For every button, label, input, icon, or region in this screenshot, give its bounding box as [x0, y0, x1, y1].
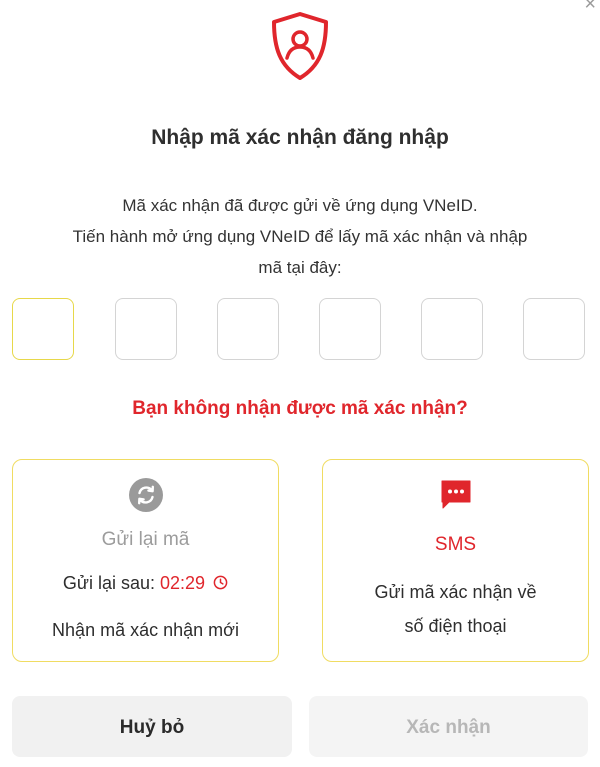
message-icon — [439, 478, 473, 512]
clock-icon — [213, 574, 228, 590]
resend-code-card: Gửi lại mã Gửi lại sau: 02:29 Nhận mã xá… — [12, 459, 279, 662]
otp-digit-5[interactable] — [421, 298, 483, 360]
sms-label: SMS — [434, 534, 477, 555]
refresh-icon — [128, 477, 164, 513]
sms-description-line-2: số điện thoại — [404, 616, 507, 636]
resend-code-label: Gửi lại mã — [101, 529, 190, 550]
description-line-1: Mã xác nhận đã được gửi về ứng dụng VNeI… — [122, 196, 478, 215]
description-line-2: Tiến hành mở ứng dụng VNeID để lấy mã xá… — [72, 227, 528, 246]
sms-option-card[interactable]: SMS Gửi mã xác nhận về số điện thoại — [322, 459, 589, 662]
not-received-prompt: Bạn không nhận được mã xác nhận? — [132, 398, 468, 419]
description-line-3: mã tại đây: — [258, 258, 342, 277]
dialog-description: Mã xác nhận đã được gửi về ứng dụng VNeI… — [20, 190, 580, 283]
sms-description-line-1: Gửi mã xác nhận về — [374, 582, 537, 602]
resend-countdown: Gửi lại sau: 02:29 — [13, 573, 278, 594]
otp-digit-4[interactable] — [319, 298, 381, 360]
new-code-text: Nhận mã xác nhận mới — [52, 620, 239, 640]
close-button[interactable]: × — [584, 0, 596, 14]
cancel-button[interactable]: Huỷ bỏ — [12, 696, 292, 757]
otp-digit-1[interactable] — [12, 298, 74, 360]
otp-digit-2[interactable] — [115, 298, 177, 360]
otp-digit-6[interactable] — [523, 298, 585, 360]
sms-description: Gửi mã xác nhận về số điện thoại — [323, 575, 588, 643]
confirm-button[interactable]: Xác nhận — [309, 696, 588, 757]
countdown-time: 02:29 — [160, 573, 206, 593]
countdown-prefix: Gửi lại sau: — [62, 573, 155, 593]
dialog-title: Nhập mã xác nhận đăng nhập — [151, 126, 449, 149]
otp-input-group — [12, 298, 588, 362]
otp-digit-3[interactable] — [217, 298, 279, 360]
shield-user-icon — [268, 10, 332, 82]
